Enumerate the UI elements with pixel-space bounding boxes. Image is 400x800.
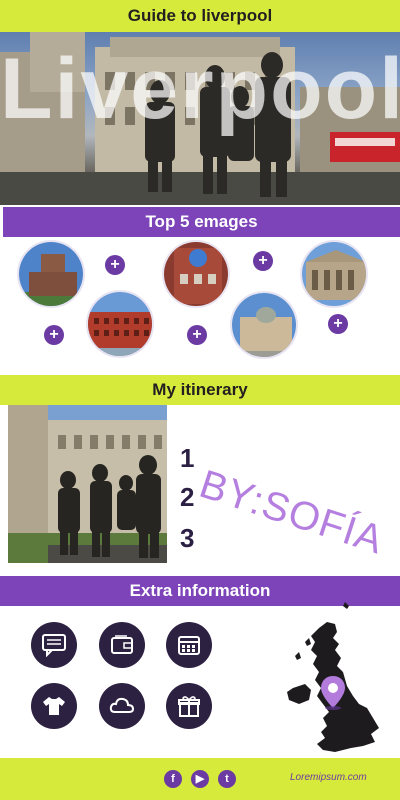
top-images-bar: Top 5 emages <box>3 207 400 237</box>
twitter-icon[interactable]: t <box>218 770 236 788</box>
extra-info-title: Extra information <box>129 581 271 600</box>
cathedral-photo[interactable] <box>17 240 85 308</box>
itinerary-number: 1 <box>180 443 195 473</box>
add-icon[interactable]: + <box>187 325 207 345</box>
facebook-icon[interactable]: f <box>164 770 182 788</box>
author-credit: BY:SOFÍA <box>194 462 389 563</box>
header-bar: Guide to liverpool <box>0 0 400 32</box>
uk-map <box>275 600 387 755</box>
hero-banner: Liverpool <box>0 32 400 205</box>
cloud-icon[interactable] <box>99 683 145 729</box>
itinerary-number: 3 <box>180 523 195 553</box>
library-photo[interactable] <box>300 240 368 308</box>
tshirt-icon[interactable] <box>31 683 77 729</box>
add-icon[interactable]: + <box>44 325 64 345</box>
add-icon[interactable]: + <box>328 314 348 334</box>
wallet-icon[interactable] <box>99 622 145 668</box>
top-images-title: Top 5 emages <box>145 212 258 231</box>
website-link[interactable]: Loremipsum.com <box>290 772 367 783</box>
itinerary-number: 2 <box>180 482 195 512</box>
chat-icon[interactable] <box>31 622 77 668</box>
itinerary-bar: My itinerary <box>0 375 400 405</box>
add-icon[interactable]: + <box>105 255 125 275</box>
itinerary-title: My itinerary <box>152 380 248 399</box>
hero-title: Liverpool <box>0 41 400 137</box>
youtube-icon[interactable]: ▶ <box>191 770 209 788</box>
port-buildings-photo[interactable] <box>230 291 298 359</box>
add-icon[interactable]: + <box>253 251 273 271</box>
cavern-club-photo[interactable] <box>162 240 230 308</box>
calendar-icon[interactable] <box>166 622 212 668</box>
gift-icon[interactable] <box>166 683 212 729</box>
page-title: Guide to liverpool <box>127 6 273 25</box>
itinerary-photo <box>8 405 167 563</box>
red-brick-building-photo[interactable] <box>86 290 154 358</box>
